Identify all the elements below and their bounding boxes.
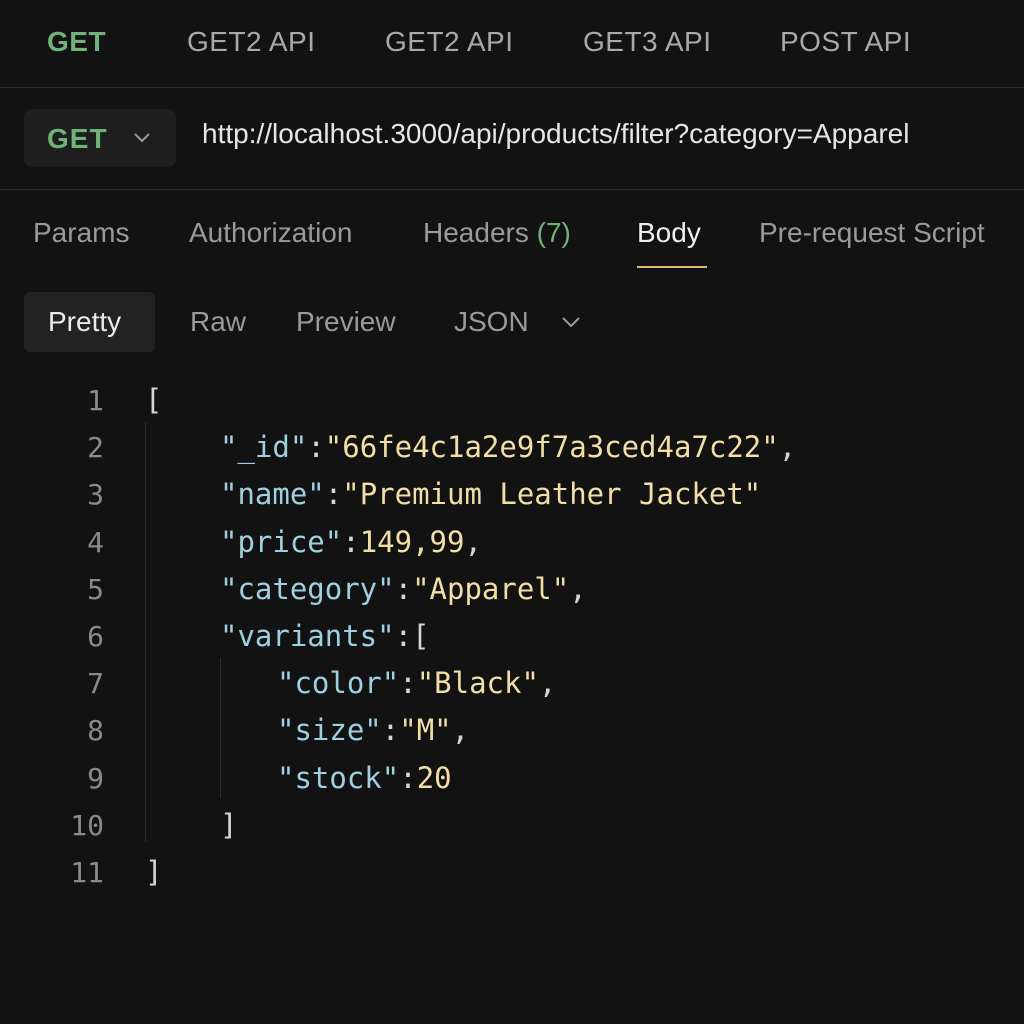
json-token-punc: : [307,430,325,465]
method-label: GET [47,123,108,154]
active-tab-indicator [637,266,707,268]
json-token-key: "name" [220,477,325,512]
line-number: 8 [87,714,104,748]
request-tab-get[interactable]: GET [47,26,106,58]
json-token-num: 20 [416,760,452,795]
code-line-content: "name":"Premium Leather Jacket" [220,477,761,511]
json-token-key: "category" [220,571,395,606]
code-line: 1[ [0,376,1024,423]
json-token-str: "M" [399,713,452,748]
json-token-punc: , [569,571,587,606]
code-line-content: "variants":[ [220,619,430,653]
json-token-punc: : [399,666,417,701]
request-tab-bar: GET GET2 API GET2 API GET3 API POST API [0,0,1024,88]
line-number: 7 [87,667,104,701]
code-line: 3 "name":"Premium Leather Jacket" [0,470,1024,517]
line-number: 11 [70,856,104,889]
tab-pre-request-script[interactable]: Pre-request Script [759,217,985,249]
view-preview-button[interactable]: Preview [296,306,396,338]
code-line-content: "category":"Apparel", [220,572,587,606]
tab-body[interactable]: Body [637,217,701,249]
json-token-str: "Premium Leather Jacket" [342,477,762,512]
json-token-punc: , [464,524,482,559]
request-tab-post-api[interactable]: POST API [780,26,911,58]
line-number: 5 [87,572,104,606]
request-tab-get2-api-second[interactable]: GET2 API [385,26,514,58]
view-pretty-label: Pretty [48,306,122,337]
json-token-key: "color" [277,666,400,701]
code-line-content: "_id":"66fe4c1a2e9f7a3ced4a7c22", [220,430,796,464]
json-token-punc: : [394,571,413,606]
request-tab-get2-api[interactable]: GET2 API [187,26,316,58]
api-client-window: GET GET2 API GET2 API GET3 API POST API … [0,0,1024,1024]
code-line-content: ] [220,808,237,842]
code-line: 5 "category":"Apparel", [0,565,1024,612]
json-token-punc: :[ [394,619,430,653]
json-token-num: 149,99 [359,524,465,559]
method-dropdown[interactable]: GET [24,109,176,167]
json-token-punc: : [399,760,417,795]
request-section-tabs: Params Authorization Headers (7) Body Pr… [0,190,1024,280]
json-token-str: "Black" [416,666,539,701]
json-token-key: "stock" [277,760,400,795]
json-token-key: "price" [220,524,343,559]
chevron-down-icon [134,133,150,143]
line-number: 9 [87,761,104,795]
json-token-punc: , [451,713,470,748]
json-token-punc: [ [145,383,163,417]
url-input[interactable]: http://localhost.3000/api/products/filte… [202,118,1024,150]
code-line: 8 "size":"M", [0,706,1024,753]
code-line-content: [ [145,383,162,417]
json-token-key: "size" [277,713,382,748]
line-number: 6 [87,620,104,653]
chevron-down-icon[interactable] [560,312,582,332]
code-line: 10] [0,801,1024,848]
line-number: 3 [87,478,104,512]
json-token-punc: , [538,666,557,701]
view-raw-button[interactable]: Raw [190,306,246,338]
body-view-toolbar: Pretty Raw Preview JSON [0,290,1024,354]
url-bar: GET http://localhost.3000/api/products/f… [0,88,1024,190]
line-number: 4 [87,525,104,559]
json-response-viewer: 1[2 "_id":"66fe4c1a2e9f7a3ced4a7c22", 3 "na… [0,376,1024,896]
code-line-content: "stock":20 [277,761,452,795]
code-line: 2 "_id":"66fe4c1a2e9f7a3ced4a7c22", [0,423,1024,470]
tab-params[interactable]: Params [33,217,129,249]
json-token-punc: : [324,477,343,512]
headers-count-badge: (7) [536,217,571,248]
line-number: 10 [70,808,104,842]
json-token-punc: ] [220,807,238,842]
json-token-str: "66fe4c1a2e9f7a3ced4a7c22" [324,430,779,465]
json-token-punc: , [778,430,797,465]
code-line-content: "price":149,99, [220,525,482,559]
json-token-key: "variants" [220,619,395,653]
json-token-punc: : [342,524,360,559]
json-token-punc: ] [145,855,163,889]
code-line: 6 "variants":[ [0,612,1024,659]
code-line-content: "size":"M", [277,713,469,747]
json-token-str: "Apparel" [412,571,570,606]
line-number: 1 [87,384,104,417]
code-line-content: "color":"Black", [277,666,556,700]
line-number: 2 [87,431,104,465]
code-line: 9 "stock":20 [0,754,1024,801]
code-line-content: ] [145,855,162,889]
tab-headers-label: Headers [423,217,529,248]
json-token-key: "_id" [220,430,308,465]
code-line: 4 "price":149,99, [0,518,1024,565]
code-line: 11] [0,848,1024,895]
request-tab-get3-api[interactable]: GET3 API [583,26,712,58]
view-pretty-button[interactable]: Pretty [24,292,155,352]
json-token-punc: : [381,713,400,748]
code-line: 7 "color":"Black", [0,659,1024,706]
tab-headers[interactable]: Headers (7) [423,217,571,249]
tab-authorization[interactable]: Authorization [189,217,352,249]
format-dropdown[interactable]: JSON [454,306,529,338]
